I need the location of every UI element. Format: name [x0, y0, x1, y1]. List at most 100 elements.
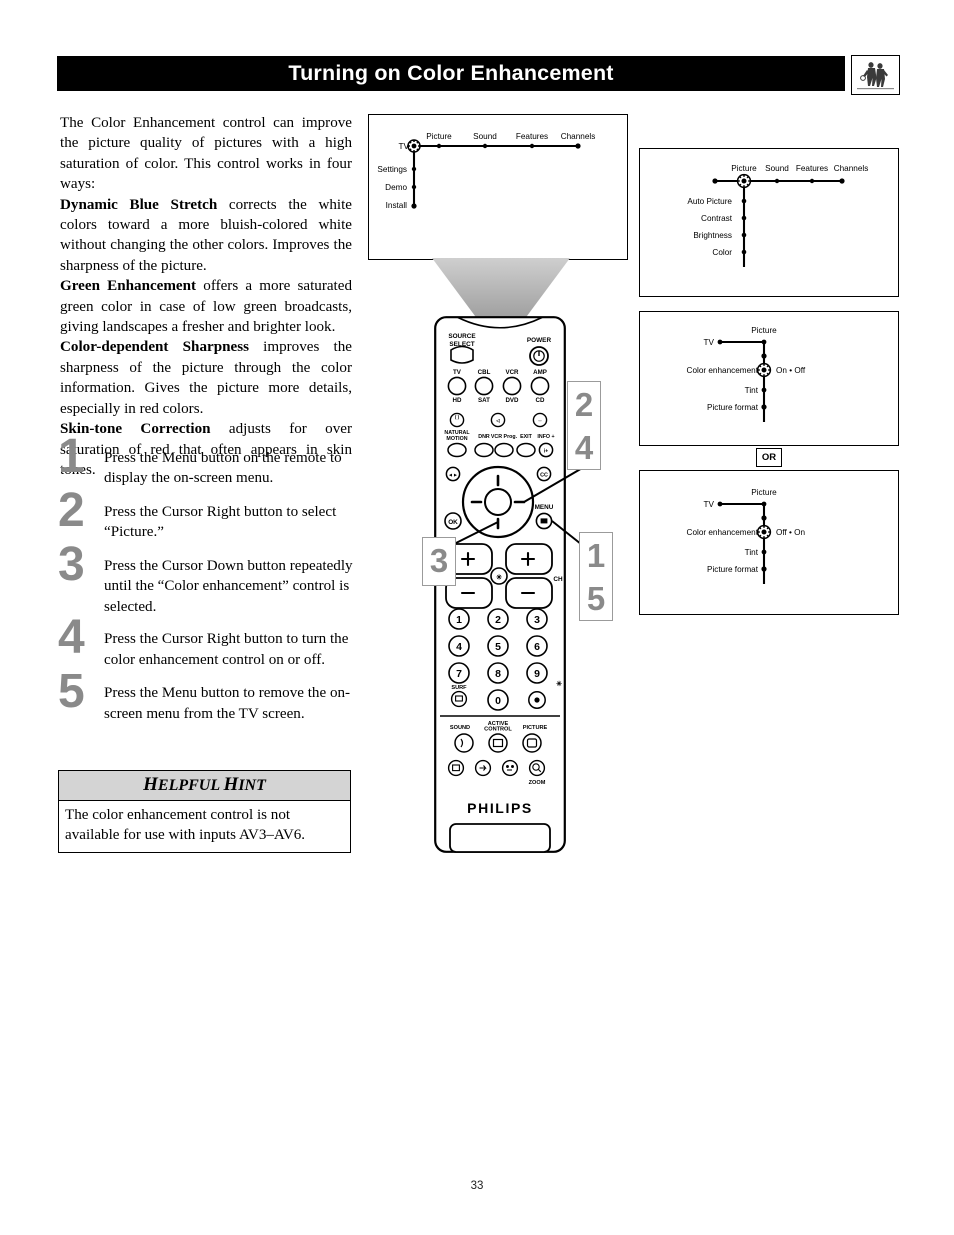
step-3: 3 Press the Cursor Down button repeatedl… — [58, 541, 358, 617]
hint-title-int: INT — [238, 777, 266, 794]
menu1-top-item-1-label: Sound — [473, 132, 497, 141]
step-1: 1 Press the Menu button on the remote to… — [58, 433, 358, 490]
remote-picture-button — [522, 733, 542, 753]
hint-title-h2: H — [223, 774, 239, 795]
callout-steps-2-4: 2 4 — [567, 381, 601, 470]
step-2: 2 Press the Cursor Right button to selec… — [58, 487, 358, 544]
menu-panel-3-color-enhancement-on: Picture TV Color enhancement Tint Pictur… — [639, 311, 899, 446]
feature-term: Green Enhancement — [60, 278, 197, 295]
helpful-hint-text: The color enhancement control is not ava… — [65, 807, 306, 844]
feature-dynamic-blue-stretch: Dynamic Blue Stretch corrects the white … — [60, 195, 352, 277]
callout-number-5: 5 — [586, 580, 606, 617]
menu3-side-item-2-label: Picture format — [707, 403, 759, 412]
remote-key-7: 7 — [456, 668, 462, 680]
callout-steps-1-5: 1 5 — [579, 532, 613, 621]
step-text: Press the Menu button on the remote to d… — [104, 450, 342, 487]
menu1-side-item-2-label: Install — [386, 201, 408, 210]
remote-key-8: 8 — [495, 668, 501, 680]
remote-subtitle-button — [501, 759, 519, 777]
feature-green-enhancement: Green Enhancement offers a more saturate… — [60, 276, 352, 337]
step-text: Press the Menu button to remove the on-s… — [104, 685, 351, 722]
remote-key-5: 5 — [495, 641, 501, 653]
menu-panel-4-color-enhancement-off: Picture TV Color enhancement Tint Pictur… — [639, 470, 899, 615]
remote-key-4: 4 — [456, 641, 462, 653]
remote-teletext-button — [447, 759, 465, 777]
menu3-side-item-1-label: Tint — [745, 386, 759, 395]
feature-term: Dynamic Blue Stretch — [60, 196, 218, 213]
menu1-side-item-0-label: Settings — [377, 165, 407, 174]
tv-screen-menu-panel-1: Picture Sound Features Channels TV Setti… — [368, 114, 628, 260]
ir-beam-graphic — [432, 258, 570, 320]
intro-text-block: The Color Enhancement control can improv… — [60, 113, 352, 480]
remote-active-control-button — [488, 733, 508, 753]
menu3-side-item-0-label: Color enhancement — [687, 366, 759, 375]
menu4-side-item-0-label: Color enhancement — [687, 528, 759, 537]
menu4-root-label: TV — [704, 500, 715, 509]
helpful-hint-title: HELPFUL HINT — [59, 771, 350, 801]
step-text: Press the Cursor Right button to select … — [104, 504, 337, 541]
step-number: 4 — [58, 611, 85, 665]
remote-zoom-label: ZOOM — [529, 780, 546, 786]
intro-paragraph: The Color Enhancement control can improv… — [60, 115, 352, 193]
remote-sound-label: SOUND — [450, 725, 470, 731]
remote-key-6: 6 — [534, 641, 540, 653]
menu3-options-label: On • Off — [776, 366, 806, 375]
remote-sound-button — [454, 733, 474, 753]
menu2-side-item-1-label: Contrast — [701, 214, 733, 223]
menu4-options-label: Off • On — [776, 528, 806, 537]
menu2-side-item-2-label: Brightness — [693, 231, 732, 240]
callout-number-2: 2 — [574, 386, 594, 423]
callout-number-1: 1 — [586, 537, 606, 574]
hint-title-h1: H — [143, 774, 158, 795]
menu2-top-item-0-label: Picture — [731, 164, 757, 173]
page-header-bar: Turning on Color Enhancement — [57, 56, 845, 91]
remote-key-9: 9 — [534, 668, 540, 680]
menu2-selection-marker — [736, 173, 752, 189]
step-text: Press the Cursor Right button to turn th… — [104, 631, 349, 668]
remote-brand-label: PHILIPS — [467, 800, 533, 816]
menu3-branch-label: Picture — [751, 326, 777, 335]
menu1-selection-marker — [407, 139, 421, 153]
page-title: Turning on Color Enhancement — [288, 61, 614, 85]
hint-title-elpful: ELPFUL — [157, 777, 224, 794]
remote-surf-button — [450, 690, 468, 708]
feature-term: Color-dependent Sharpness — [60, 339, 249, 356]
instruction-steps: 1 Press the Menu button on the remote to… — [58, 433, 358, 735]
menu3-selection-marker — [756, 362, 772, 378]
helpful-hint-box: HELPFUL HINT The color enhancement contr… — [58, 770, 351, 853]
menu2-top-item-3-label: Channels — [834, 164, 869, 173]
step-4: 4 Press the Cursor Right button to turn … — [58, 614, 358, 671]
step-number: 2 — [58, 484, 85, 537]
remote-battery-cover — [449, 823, 551, 853]
step-number: 3 — [58, 538, 85, 591]
menu4-selection-marker — [756, 524, 772, 540]
menu1-top-item-0-label: Picture — [426, 132, 452, 141]
menu1-top-item-3-label: Channels — [561, 132, 596, 141]
step-5: 5 Press the Menu button to remove the on… — [58, 668, 358, 725]
menu2-top-item-2-label: Features — [796, 164, 828, 173]
callout-number-4: 4 — [574, 429, 594, 466]
remote-control-label: CONTROL — [484, 727, 512, 733]
menu2-top-item-1-label: Sound — [765, 164, 789, 173]
step-text: Press the Cursor Down button repeatedly … — [104, 558, 353, 615]
step-number: 1 — [58, 430, 85, 483]
menu2-side-item-0-label: Auto Picture — [687, 197, 732, 206]
menu1-side-item-1-label: Demo — [385, 183, 407, 192]
remote-surf-label: SURF — [451, 685, 467, 691]
menu4-side-item-2-label: Picture format — [707, 565, 759, 574]
callout-step-3: 3 — [422, 537, 456, 586]
menu3-root-label: TV — [704, 338, 715, 347]
remote-light-icon: ✳ — [556, 680, 562, 688]
basketball-players-photo-icon — [851, 55, 900, 95]
callout-number-3: 3 — [429, 542, 449, 579]
menu-panel-2-picture: Picture Sound Features Channels Auto Pic… — [639, 148, 899, 297]
feature-color-dependent-sharpness: Color-dependent Sharpness improves the s… — [60, 337, 352, 419]
remote-key-0: 0 — [495, 695, 501, 707]
remote-zoom-button — [528, 759, 546, 777]
menu4-side-item-1-label: Tint — [745, 548, 759, 557]
manual-page: Turning on Color Enhancement The Color E… — [0, 0, 954, 1235]
step-number: 5 — [58, 665, 85, 719]
or-divider-label: OR — [756, 448, 782, 467]
page-number: 33 — [470, 1180, 484, 1192]
menu4-branch-label: Picture — [751, 488, 777, 497]
